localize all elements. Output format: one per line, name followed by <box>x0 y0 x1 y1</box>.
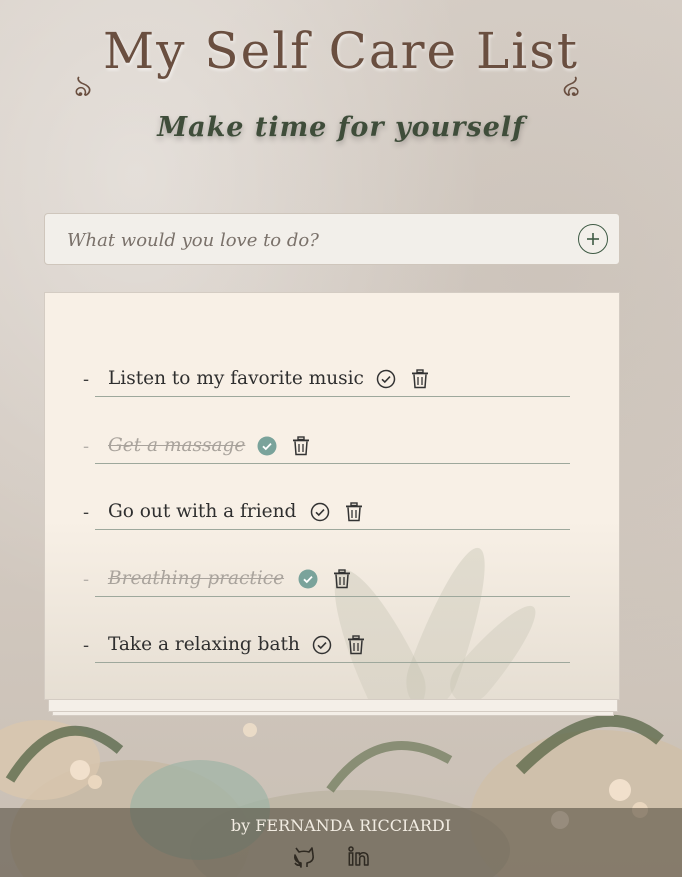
todo-text: Listen to my favorite music <box>108 368 364 389</box>
add-todo-bar <box>44 213 620 265</box>
plus-circle-icon <box>587 233 599 245</box>
github-icon <box>294 847 314 868</box>
item-divider <box>95 463 570 464</box>
trash-icon <box>412 369 428 389</box>
todo-actions <box>298 569 352 589</box>
complete-button[interactable] <box>257 436 277 456</box>
check-circle-icon <box>376 369 396 389</box>
trash-icon <box>334 569 350 589</box>
todo-text: Go out with a friend <box>108 501 297 522</box>
social-links <box>291 844 373 870</box>
trash-icon <box>346 502 362 522</box>
add-todo-button[interactable] <box>578 224 608 254</box>
item-divider <box>95 529 570 530</box>
todo-item: - Breathing practice <box>83 563 583 597</box>
todo-input[interactable] <box>65 224 549 256</box>
complete-button[interactable] <box>298 569 318 589</box>
right-flourish-icon: ঌ <box>562 69 581 104</box>
complete-button[interactable] <box>310 502 330 522</box>
linkedin-icon <box>348 846 369 866</box>
todo-actions <box>257 436 311 456</box>
todo-actions <box>376 369 430 389</box>
todo-item: - Get a massage <box>83 430 583 464</box>
check-circle-filled-icon <box>298 569 318 589</box>
check-circle-icon <box>310 502 330 522</box>
todo-item: - Go out with a friend <box>83 496 583 530</box>
list-dash: - <box>83 369 90 390</box>
page-subtitle: Make time for yourself <box>157 112 525 143</box>
list-dash: - <box>83 635 90 656</box>
todo-card: - Listen to my favorite music - Get a ma… <box>44 292 620 700</box>
github-link[interactable] <box>291 844 317 870</box>
item-divider <box>95 396 570 397</box>
trash-icon <box>293 436 309 456</box>
header: ঌ My Self Care List ঌ Make time for your… <box>0 0 682 190</box>
list-dash: - <box>83 436 90 457</box>
todo-text: Breathing practice <box>108 568 285 589</box>
check-circle-icon <box>312 635 332 655</box>
todo-item: - Take a relaxing bath <box>83 629 583 663</box>
list-dash: - <box>83 502 90 523</box>
complete-button[interactable] <box>376 369 396 389</box>
delete-button[interactable] <box>410 369 430 389</box>
complete-button[interactable] <box>312 635 332 655</box>
delete-button[interactable] <box>344 502 364 522</box>
todo-actions <box>312 635 366 655</box>
list-dash: - <box>83 569 90 590</box>
linkedin-link[interactable] <box>347 844 373 870</box>
delete-button[interactable] <box>291 436 311 456</box>
card-fade <box>45 519 619 699</box>
author-credit: by FERNANDA RICCIARDI <box>230 816 452 835</box>
item-divider <box>95 596 570 597</box>
todo-actions <box>310 502 364 522</box>
item-divider <box>95 662 570 663</box>
delete-button[interactable] <box>332 569 352 589</box>
delete-button[interactable] <box>346 635 366 655</box>
todo-item: - Listen to my favorite music <box>83 363 583 397</box>
todo-text: Take a relaxing bath <box>108 634 300 655</box>
trash-icon <box>348 635 364 655</box>
check-circle-filled-icon <box>257 436 277 456</box>
todo-text: Get a massage <box>108 435 246 456</box>
